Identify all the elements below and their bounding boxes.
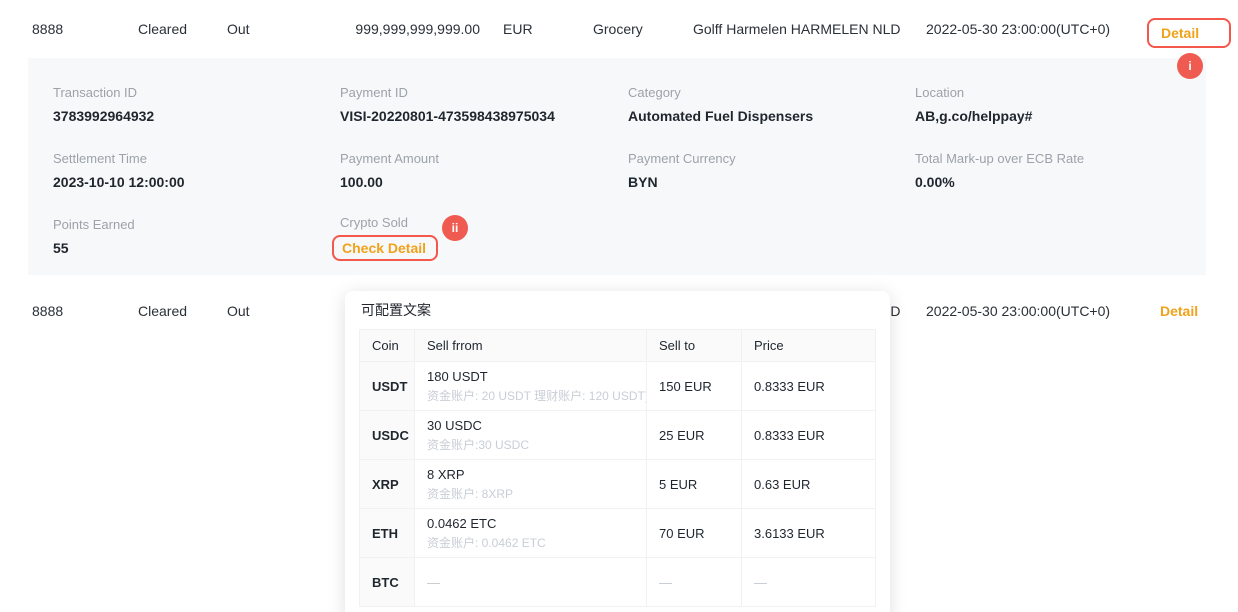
field-value: AB,g.co/helppay# xyxy=(915,107,1032,125)
field-crypto-sold: Crypto Sold Check Detail xyxy=(340,214,438,261)
sell-from-amount: — xyxy=(427,574,634,591)
transaction-row: 8888 Cleared Out 999,999,999,999.00 EUR … xyxy=(0,0,1238,58)
sell-from-cell: — xyxy=(415,558,647,607)
transaction-history-screen: Transaction ID 3783992964932 Payment ID … xyxy=(0,0,1238,612)
field-label: Crypto Sold xyxy=(340,214,438,231)
sell-to-cell: 150 EUR xyxy=(647,362,742,411)
coin-name: XRP xyxy=(360,460,415,509)
sell-to-cell: 25 EUR xyxy=(647,411,742,460)
field-value: BYN xyxy=(628,173,736,191)
price-cell: 0.8333 EUR xyxy=(742,411,876,460)
price-cell: 0.63 EUR xyxy=(742,460,876,509)
annotation-badge-i: i xyxy=(1177,53,1203,79)
detail-annotation-frame[interactable]: Detail xyxy=(1147,18,1231,48)
timestamp: 2022-05-30 23:00:00(UTC+0) xyxy=(926,303,1110,319)
sell-from-amount: 8 XRP xyxy=(427,466,634,483)
coin-name: ETH xyxy=(360,509,415,558)
field-value: 3783992964932 xyxy=(53,107,154,125)
field-value: 55 xyxy=(53,239,135,257)
field-value: 2023-10-10 12:00:00 xyxy=(53,173,185,191)
sell-to-cell: — xyxy=(647,558,742,607)
sell-from-amount: 180 USDT xyxy=(427,368,634,385)
sell-from-accounts: 资金账户: 8XRP xyxy=(427,486,634,502)
coin-name: USDT xyxy=(360,362,415,411)
sell-to-cell: 70 EUR xyxy=(647,509,742,558)
col-header-price: Price xyxy=(742,330,876,362)
field-label: Payment Amount xyxy=(340,150,439,167)
table-row: ETH 0.0462 ETC 资金账户: 0.0462 ETC 70 EUR 3… xyxy=(360,509,876,558)
popup-title: 可配置文案 xyxy=(359,300,876,320)
field-transaction-id: Transaction ID 3783992964932 xyxy=(53,84,154,125)
merchant: Golff Harmelen HARMELEN NLD xyxy=(693,21,900,37)
field-label: Payment Currency xyxy=(628,150,736,167)
price-cell: — xyxy=(742,558,876,607)
field-label: Category xyxy=(628,84,813,101)
direction: Out xyxy=(227,21,250,37)
col-header-sell-from: Sell frrom xyxy=(415,330,647,362)
amount: 999,999,999,999.00 xyxy=(290,21,480,37)
field-value: 100.00 xyxy=(340,173,439,191)
sell-from-amount: 30 USDC xyxy=(427,417,634,434)
sell-to-cell: 5 EUR xyxy=(647,460,742,509)
table-row: USDT 180 USDT 资金账户: 20 USDT 理财账户: 120 US… xyxy=(360,362,876,411)
field-value: 0.00% xyxy=(915,173,1084,191)
detail-link[interactable]: Detail xyxy=(1161,25,1199,41)
field-label: Location xyxy=(915,84,1032,101)
field-points-earned: Points Earned 55 xyxy=(53,216,135,257)
status: Cleared xyxy=(138,21,187,37)
currency: EUR xyxy=(503,21,533,37)
sell-from-amount: 0.0462 ETC xyxy=(427,515,634,532)
table-row: BTC — — — xyxy=(360,558,876,607)
sell-from-cell: 0.0462 ETC 资金账户: 0.0462 ETC xyxy=(415,509,647,558)
coin-name: BTC xyxy=(360,558,415,607)
price-cell: 0.8333 EUR xyxy=(742,362,876,411)
timestamp: 2022-05-30 23:00:00(UTC+0) xyxy=(926,21,1110,37)
sell-from-accounts: 资金账户: 0.0462 ETC xyxy=(427,535,634,551)
check-detail-link[interactable]: Check Detail xyxy=(342,240,426,256)
field-label: Points Earned xyxy=(53,216,135,233)
coin-name: USDC xyxy=(360,411,415,460)
col-header-sell-to: Sell to xyxy=(647,330,742,362)
crypto-sold-popup: 可配置文案 Coin Sell frrom Sell to Price USDT… xyxy=(345,291,890,612)
col-header-coin: Coin xyxy=(360,330,415,362)
table-header-row: Coin Sell frrom Sell to Price xyxy=(360,330,876,362)
sell-from-accounts: 资金账户:30 USDC xyxy=(427,437,634,453)
field-ecb-markup: Total Mark-up over ECB Rate 0.00% xyxy=(915,150,1084,191)
sell-from-cell: 8 XRP 资金账户: 8XRP xyxy=(415,460,647,509)
field-label: Total Mark-up over ECB Rate xyxy=(915,150,1084,167)
card-number: 8888 xyxy=(32,21,63,37)
field-payment-amount: Payment Amount 100.00 xyxy=(340,150,439,191)
crypto-sold-table: Coin Sell frrom Sell to Price USDT 180 U… xyxy=(359,329,876,607)
status: Cleared xyxy=(138,303,187,319)
table-row: USDC 30 USDC 资金账户:30 USDC 25 EUR 0.8333 … xyxy=(360,411,876,460)
field-value: Automated Fuel Dispensers xyxy=(628,107,813,125)
field-label: Payment ID xyxy=(340,84,555,101)
field-label: Settlement Time xyxy=(53,150,185,167)
table-row: XRP 8 XRP 资金账户: 8XRP 5 EUR 0.63 EUR xyxy=(360,460,876,509)
sell-from-cell: 30 USDC 资金账户:30 USDC xyxy=(415,411,647,460)
sell-from-cell: 180 USDT 资金账户: 20 USDT 理财账户: 120 USDT) xyxy=(415,362,647,411)
detail-link[interactable]: Detail xyxy=(1160,303,1198,319)
card-number: 8888 xyxy=(32,303,63,319)
field-location: Location AB,g.co/helppay# xyxy=(915,84,1032,125)
sell-from-accounts: 资金账户: 20 USDT 理财账户: 120 USDT) xyxy=(427,388,634,404)
field-category: Category Automated Fuel Dispensers xyxy=(628,84,813,125)
direction: Out xyxy=(227,303,250,319)
field-payment-id: Payment ID VISI-20220801-473598438975034 xyxy=(340,84,555,125)
check-detail-annotation-frame[interactable]: Check Detail xyxy=(332,235,438,261)
field-value: VISI-20220801-473598438975034 xyxy=(340,107,555,125)
field-payment-currency: Payment Currency BYN xyxy=(628,150,736,191)
annotation-badge-ii: ii xyxy=(442,215,468,241)
category: Grocery xyxy=(593,21,643,37)
field-label: Transaction ID xyxy=(53,84,154,101)
field-settlement-time: Settlement Time 2023-10-10 12:00:00 xyxy=(53,150,185,191)
transaction-detail-panel: Transaction ID 3783992964932 Payment ID … xyxy=(28,58,1206,275)
price-cell: 3.6133 EUR xyxy=(742,509,876,558)
